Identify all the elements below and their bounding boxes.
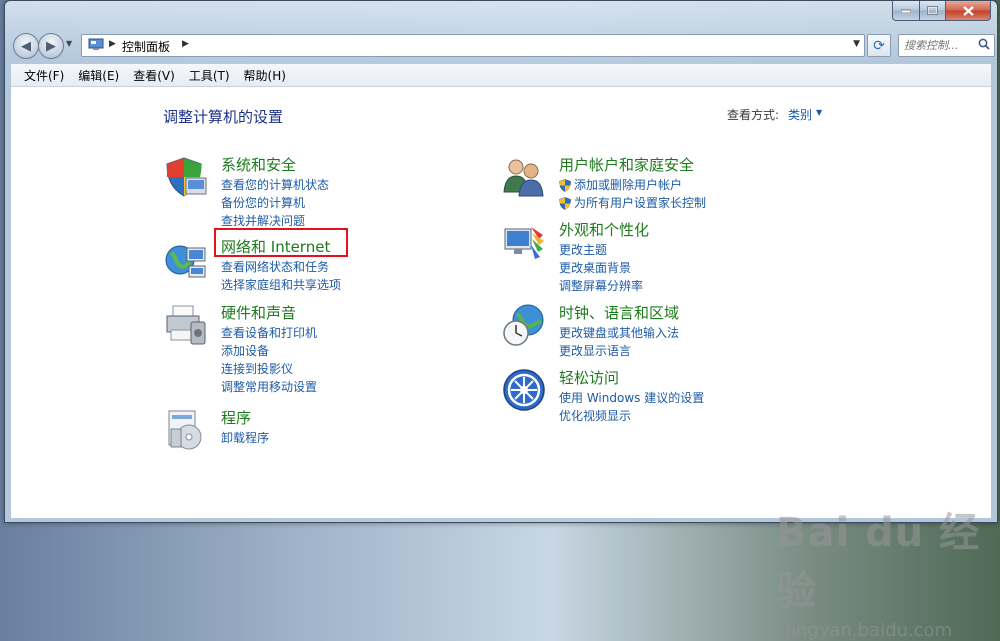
link-label[interactable]: 添加或删除用户帐户 (574, 176, 682, 194)
link-devices-printers[interactable]: 查看设备和打印机 (221, 324, 317, 342)
close-button[interactable] (946, 1, 991, 21)
link-optimize-video-display[interactable]: 优化视频显示 (559, 407, 704, 425)
programs-icon (168, 410, 202, 450)
menu-bar: 文件(F) 编辑(E) 查看(V) 工具(T) 帮助(H) (11, 64, 991, 87)
link-add-device[interactable]: 添加设备 (221, 342, 317, 360)
maximize-icon (927, 6, 938, 15)
link-label[interactable]: 为所有用户设置家长控制 (574, 194, 706, 212)
refresh-button[interactable]: ⟳ (867, 34, 891, 57)
link-add-remove-accounts[interactable]: 添加或删除用户帐户 (559, 176, 706, 194)
category-title[interactable]: 系统和安全 (221, 154, 296, 175)
watermark-brand: Bai du 经验 (776, 510, 981, 614)
link-uninstall-program[interactable]: 卸载程序 (221, 429, 269, 447)
uac-shield-icon (559, 196, 571, 210)
highlight-annotation-box (214, 228, 348, 257)
view-by-dropdown[interactable]: 类别 (788, 106, 812, 123)
link-connect-projector[interactable]: 连接到投影仪 (221, 360, 317, 378)
category-title[interactable]: 用户帐户和家庭安全 (559, 154, 694, 175)
back-arrow-icon: ◀ (21, 38, 31, 54)
menu-edit[interactable]: 编辑(E) (71, 67, 126, 84)
back-button[interactable]: ◀ (13, 33, 39, 59)
link-backup-computer[interactable]: 备份您的计算机 (221, 194, 329, 212)
close-icon (962, 5, 974, 16)
watermark-url: jingyan.baidu.com (786, 620, 953, 641)
refresh-icon: ⟳ (873, 37, 885, 54)
category-title[interactable]: 外观和个性化 (559, 219, 649, 240)
uac-shield-icon (559, 178, 571, 192)
menu-help[interactable]: 帮助(H) (237, 67, 293, 84)
minimize-button[interactable] (892, 1, 920, 21)
security-shield-icon (166, 157, 207, 197)
link-change-desktop-background[interactable]: 更改桌面背景 (559, 259, 643, 277)
forward-button[interactable]: ▶ (38, 33, 64, 59)
menu-tools[interactable]: 工具(T) (182, 67, 237, 84)
category-title[interactable]: 硬件和声音 (221, 302, 296, 323)
control-panel-content: 调整计算机的设置 查看方式: 类别 ▼ 系统和安全 查看您的计算机状态 备份您的… (11, 87, 991, 641)
clock-globe-icon (503, 304, 544, 346)
search-icon[interactable] (978, 38, 990, 50)
view-by-label: 查看方式: (727, 108, 780, 122)
control-panel-window: ◀ ▶ ▼ ▶ 控制面板 ▶ ▼ ⟳ 文 (4, 0, 998, 641)
menu-file[interactable]: 文件(F) (17, 67, 71, 84)
appearance-icon (504, 227, 544, 259)
link-screen-resolution[interactable]: 调整屏幕分辨率 (559, 277, 643, 295)
menu-view[interactable]: 查看(V) (126, 67, 182, 84)
link-parental-controls[interactable]: 为所有用户设置家长控制 (559, 194, 706, 212)
category-title[interactable]: 时钟、语言和区域 (559, 302, 679, 323)
search-box[interactable] (898, 34, 995, 57)
link-view-network-status[interactable]: 查看网络状态和任务 (221, 258, 341, 276)
link-change-keyboard-input[interactable]: 更改键盘或其他输入法 (559, 324, 679, 342)
users-icon (503, 159, 544, 197)
maximize-button[interactable] (920, 1, 946, 21)
category-title[interactable]: 程序 (221, 407, 251, 428)
page-title: 调整计算机的设置 (163, 108, 284, 126)
link-homegroup-sharing[interactable]: 选择家庭组和共享选项 (221, 276, 341, 294)
breadcrumb-control-panel[interactable]: 控制面板 (122, 38, 170, 55)
minimize-icon (901, 9, 911, 13)
window-caption-buttons (892, 1, 991, 21)
address-bar[interactable]: ▶ 控制面板 ▶ ▼ (81, 34, 865, 57)
breadcrumb-separator-icon: ▶ (109, 39, 116, 49)
link-view-computer-status[interactable]: 查看您的计算机状态 (221, 176, 329, 194)
address-dropdown-icon[interactable]: ▼ (853, 39, 860, 49)
network-icon (165, 245, 206, 278)
forward-arrow-icon: ▶ (46, 38, 56, 54)
link-change-display-language[interactable]: 更改显示语言 (559, 342, 679, 360)
control-panel-icon (88, 38, 104, 50)
link-change-theme[interactable]: 更改主题 (559, 241, 643, 259)
baidu-jingyan-watermark: Bai du 经验 jingyan.baidu.com (776, 500, 991, 641)
view-by-chevron-icon[interactable]: ▼ (816, 108, 822, 117)
link-mobility-settings[interactable]: 调整常用移动设置 (221, 378, 317, 396)
printer-icon (166, 305, 206, 345)
breadcrumb-separator-icon[interactable]: ▶ (182, 39, 189, 49)
ease-of-access-icon (503, 369, 545, 411)
category-title[interactable]: 轻松访问 (559, 367, 619, 388)
recent-pages-dropdown-icon[interactable]: ▼ (66, 39, 72, 48)
link-windows-recommended-settings[interactable]: 使用 Windows 建议的设置 (559, 389, 704, 407)
search-input[interactable] (902, 37, 976, 54)
navigation-bar: ◀ ▶ ▼ ▶ 控制面板 ▶ ▼ ⟳ (11, 32, 995, 59)
